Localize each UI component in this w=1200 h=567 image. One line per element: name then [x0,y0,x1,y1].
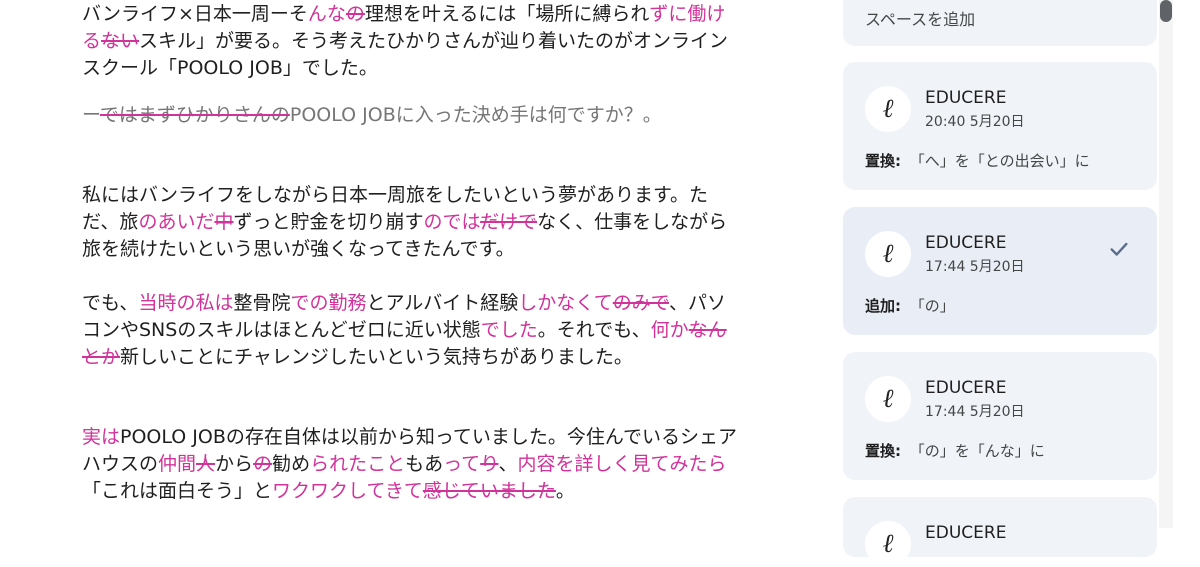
suggestion-time: 17:44 5月20日 [925,404,1025,420]
suggested-deletion: ではまずひかりさんの [99,104,290,126]
suggested-insertion: でした [480,319,538,341]
text-run: バンライフ×日本一周ーそ [82,3,308,25]
suggested-insertion: られたこと [310,453,406,475]
suggestion-type: 追加: [865,297,901,315]
add-space-button[interactable]: スペースを追加 [865,6,975,30]
avatar: ℓ [865,376,911,422]
suggestion-change: 置換: 「の」を「んな」に [865,440,1045,461]
suggestion-card-active[interactable]: ℓ EDUCERE 17:44 5月20日 追加: 「の」 [843,207,1157,335]
suggestions-sidebar: スペースを追加 ℓ EDUCERE 20:40 5月20日 置換: 「へ」を「と… [843,0,1157,567]
suggestion-card[interactable]: ℓ EDUCERE 20:40 5月20日 置換: 「へ」を「との出会い」に [843,62,1157,190]
suggested-insertion: のでは [423,211,481,233]
text-run: ずっと貯金を切り崩す [233,211,424,233]
text-run: スキル」が要る。そう考えたひかりさんが辿り着いたのがオンラインスクール「POOL… [82,30,729,79]
add-space-card[interactable]: スペースを追加 [843,0,1157,46]
suggestion-time: 17:44 5月20日 [925,259,1025,275]
suggested-deletion: ない [101,30,140,52]
suggestion-author: EDUCERE [925,378,1007,398]
answer-paragraph-3[interactable]: 実はPOOLO JOBの存在自体は以前から知っていました。今住んでいるシェアハウ… [82,424,742,505]
answer-paragraph-1[interactable]: 私にはバンライフをしながら日本一周旅をしたいという夢があります。ただ、旅のあいだ… [82,182,742,263]
text-run: 理想を叶えるには「場所に縛られ [364,3,650,25]
suggested-insertion: 内容を詳しく見てみたら [517,453,727,475]
text-run: から [215,453,254,475]
suggested-deletion: り [480,453,499,475]
suggestion-detail: 「の」 [909,297,955,315]
suggested-deletion: 人 [196,453,216,475]
check-icon [1110,242,1128,256]
suggestion-card[interactable]: ℓ EDUCERE 17:44 5月20日 置換: 「の」を「んな」に [843,352,1157,480]
suggested-deletion: の [345,3,365,25]
avatar: ℓ [865,231,911,277]
text-run: でも、 [82,292,139,314]
suggestion-type: 置換: [865,442,901,460]
suggestion-card[interactable]: ℓ EDUCERE [843,497,1157,567]
suggested-insertion: 仲間 [158,453,197,475]
suggestion-change: 追加: 「の」 [865,295,955,316]
suggestion-type: 置換: [865,152,901,170]
text-run: 。 [555,480,575,502]
suggested-deletion: 中 [214,211,234,233]
suggested-insertion: 当時の私は [138,292,234,314]
suggested-insertion: のあいだ [138,211,215,233]
answer-paragraph-2[interactable]: でも、当時の私は整骨院での勤務とアルバイト経験しかなくてのみで、パソコンやSNS… [82,290,742,371]
scrollbar[interactable] [1159,0,1173,528]
text-run: とアルバイト経験 [366,292,519,314]
scrollbar-thumb[interactable] [1160,0,1172,22]
suggestion-change: 置換: 「へ」を「との出会い」に [865,150,1090,171]
text-run: 整骨院 [233,292,291,314]
suggested-deletion: の [253,453,273,475]
text-run: POOLO JOBに入った決め手は何ですか？。 [289,104,662,126]
text-run: 「これは面白そう」と [82,480,273,502]
text-run: もあ [405,453,444,475]
accept-suggestion-check-icon[interactable] [1107,237,1131,261]
text-run: 、 [498,453,518,475]
suggested-deletion: 感じていました [422,480,556,502]
suggested-insertion: 実は [82,426,121,448]
lead-paragraph[interactable]: バンライフ×日本一周ーそんなの理想を叶えるには「場所に縛られずに働けるないスキル… [82,1,742,82]
suggestion-author: EDUCERE [925,523,1007,543]
interview-question[interactable]: ーではまずひかりさんのPOOLO JOBに入った決め手は何ですか？。 [82,102,742,129]
suggested-insertion: 何か [650,319,689,341]
text-run: 勧め [272,453,311,475]
suggestion-detail: 「へ」を「との出会い」に [909,152,1090,170]
avatar: ℓ [865,86,911,132]
suggested-insertion: しかなくて [518,292,613,314]
suggestion-time: 20:40 5月20日 [925,114,1025,130]
suggested-deletion: のみで [612,292,669,314]
suggested-insertion: での勤務 [290,292,367,314]
suggested-insertion: んな [307,3,346,25]
text-run: 新しいことにチャレンジしたいという気持ちがありました。 [120,346,633,368]
suggested-insertion: って [443,453,481,475]
suggestion-detail: 「の」を「んな」に [909,442,1045,460]
text-run: 。それでも、 [537,319,651,341]
suggestion-author: EDUCERE [925,233,1007,253]
suggestion-author: EDUCERE [925,88,1007,108]
text-run: ー [82,104,100,126]
suggested-deletion: だけで [480,211,538,233]
suggested-insertion: ワクワクしてきて [272,480,423,502]
